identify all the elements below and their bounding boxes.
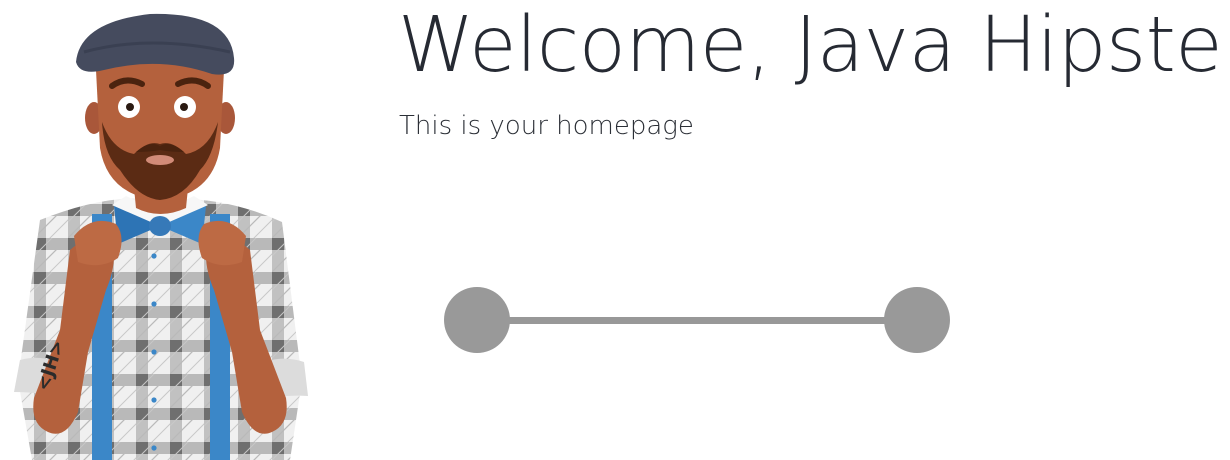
slider-handle-max[interactable] <box>884 287 950 353</box>
slider-track[interactable] <box>476 317 920 324</box>
page-subtitle: This is your homepage <box>399 111 694 141</box>
home-page: <JH> Welcome, Java Hipster! This is your… <box>0 0 1230 460</box>
range-slider[interactable] <box>444 287 952 355</box>
slider-handle-min[interactable] <box>444 287 510 353</box>
hipster-illustration: <JH> <box>14 13 308 460</box>
page-title: Welcome, Java Hipster! <box>398 1 1230 90</box>
